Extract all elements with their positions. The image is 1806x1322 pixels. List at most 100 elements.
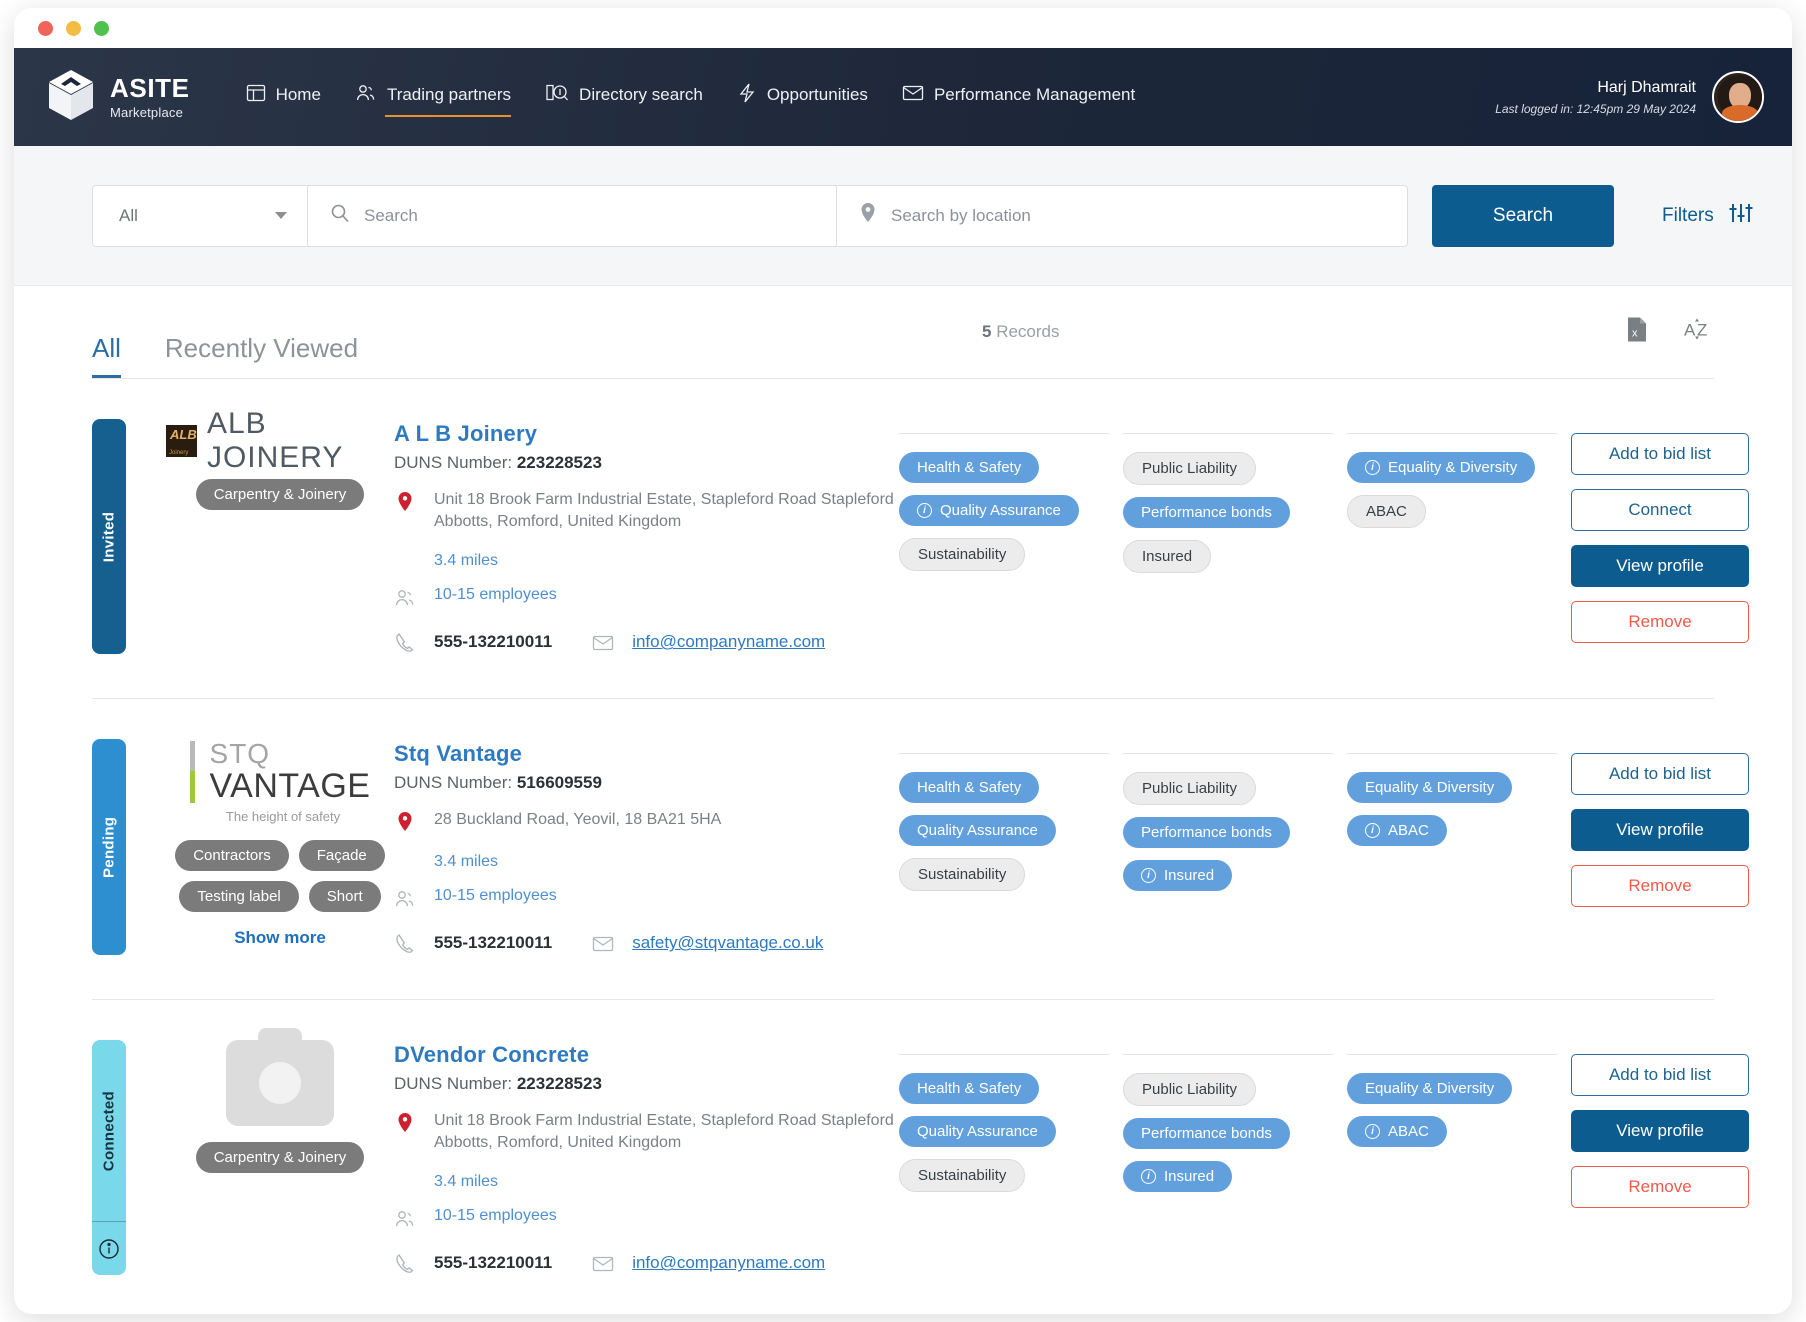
company-logo: ALB Joinery ALB JOINERY	[166, 407, 394, 474]
tab-all[interactable]: All	[92, 333, 121, 378]
email-link[interactable]: info@companyname.com	[632, 632, 825, 652]
accreditation-pill-2[interactable]: Quality Assurance	[899, 815, 1056, 847]
accreditation-pill-1[interactable]: Health & Safety	[899, 772, 1040, 804]
avatar[interactable]	[1712, 71, 1764, 123]
category-tag-1[interactable]: Carpentry & Joinery	[195, 1142, 365, 1174]
accreditation-pill-1[interactable]: Health & Safety	[899, 452, 1040, 483]
insurance-pill-2[interactable]: Performance bonds	[1123, 1118, 1290, 1150]
camera-placeholder-icon	[226, 1028, 334, 1127]
user-menu[interactable]: Harj Dhamrait Last logged in: 12:45pm 29…	[1495, 71, 1764, 123]
phone-number: 555-132210011	[434, 632, 553, 652]
insurance-pill-3-label: Insured	[1164, 867, 1215, 885]
search-input-group: All Search Search by location	[92, 184, 1408, 247]
filters-button[interactable]: Filters	[1662, 201, 1754, 231]
remove-button[interactable]: Remove	[1571, 865, 1749, 908]
close-window-button[interactable]	[38, 20, 53, 36]
category-tag-1[interactable]: Carpentry & Joinery	[195, 479, 365, 510]
accreditation-pill-1[interactable]: Health & Safety	[899, 1073, 1040, 1105]
insurance-pill-2[interactable]: Performance bonds	[1123, 817, 1290, 849]
category-select[interactable]: All	[93, 185, 308, 246]
category-tags: Carpentry & Joinery	[195, 479, 365, 510]
insurance-pill-3[interactable]: Insured	[1123, 540, 1212, 573]
search-input[interactable]: Search	[364, 206, 418, 226]
phone-icon	[394, 931, 416, 955]
nav-item-home[interactable]: Home	[246, 83, 321, 112]
nav-item-performance-management[interactable]: Performance Management	[902, 84, 1135, 111]
contact-row: 555-132210011 info@companyname.com	[394, 1251, 899, 1275]
remove-button[interactable]: Remove	[1571, 601, 1749, 643]
compliance-pill-1[interactable]: Equality & Diversity	[1347, 1073, 1513, 1105]
employees-line: 10-15 employees	[394, 1207, 899, 1229]
email-link[interactable]: info@companyname.com	[632, 1253, 825, 1273]
duns-number: DUNS Number: 516609559	[394, 773, 899, 793]
add-to-bid-list-button[interactable]: Add to bid list	[1571, 433, 1749, 475]
minimize-window-button[interactable]	[66, 20, 81, 36]
status-info-icon[interactable]	[92, 1221, 126, 1275]
connect-button[interactable]: Connect	[1571, 489, 1749, 531]
compliance-pill-1[interactable]: i Equality & Diversity	[1347, 452, 1536, 483]
compliance-pill-2[interactable]: i ABAC	[1347, 815, 1447, 847]
nav-label-trading-partners: Trading partners	[386, 85, 512, 104]
add-to-bid-list-button[interactable]: Add to bid list	[1571, 1054, 1749, 1097]
company-name[interactable]: Stq Vantage	[394, 741, 899, 767]
accreditation-pill-3[interactable]: Sustainability	[899, 538, 1026, 571]
location-field-wrapper[interactable]: Search by location	[837, 186, 1407, 246]
insurance-pill-1[interactable]: Public Liability	[1123, 1073, 1257, 1107]
book-search-icon	[545, 83, 569, 108]
view-profile-button[interactable]: View profile	[1571, 809, 1749, 852]
info-icon: i	[1141, 868, 1156, 884]
app-window: ASITE Marketplace Home Trading partners …	[14, 8, 1792, 1314]
accreditation-pill-3[interactable]: Sustainability	[899, 1159, 1026, 1193]
view-profile-button[interactable]: View profile	[1571, 1110, 1749, 1153]
remove-button[interactable]: Remove	[1571, 1166, 1749, 1209]
search-button[interactable]: Search	[1432, 184, 1614, 247]
company-name[interactable]: A L B Joinery	[394, 421, 899, 447]
nav-item-trading-partners[interactable]: Trading partners	[355, 83, 512, 117]
insurance-pill-3[interactable]: i Insured	[1123, 1161, 1233, 1193]
company-name[interactable]: DVendor Concrete	[394, 1042, 899, 1068]
insurance-pill-1-label: Public Liability	[1142, 460, 1238, 477]
add-to-bid-list-button[interactable]: Add to bid list	[1571, 753, 1749, 796]
brand-logo[interactable]: ASITE Marketplace	[48, 69, 190, 126]
insurance-pill-1[interactable]: Public Liability	[1123, 452, 1257, 485]
search-field-wrapper[interactable]: Search	[308, 185, 837, 246]
view-profile-button[interactable]: View profile	[1571, 545, 1749, 587]
location-pin-icon	[394, 1110, 416, 1134]
location-pin-icon	[859, 202, 877, 229]
insurance-pill-1-label: Public Liability	[1142, 1081, 1238, 1099]
logo-column: Carpentry & Joinery	[166, 1028, 394, 1275]
sort-alpha-icon[interactable]: A Z	[1684, 317, 1714, 348]
insurance-pill-2[interactable]: Performance bonds	[1123, 497, 1290, 528]
address-line: 28 Buckland Road, Yeovil, 18 BA21 5HA	[394, 809, 899, 833]
results-tools: x A Z	[1626, 317, 1714, 348]
category-tag-3[interactable]: Testing label	[179, 881, 299, 913]
duns-number: DUNS Number: 223228523	[394, 1074, 899, 1094]
insurance-pill-1[interactable]: Public Liability	[1123, 772, 1257, 806]
compliance-list: Equality & Diversity i ABAC	[1347, 1073, 1571, 1148]
nav-item-opportunities[interactable]: Opportunities	[737, 82, 868, 113]
accreditations-heading	[899, 741, 1123, 753]
email-icon	[592, 632, 614, 652]
excel-export-icon[interactable]: x	[1626, 317, 1648, 348]
category-tag-2[interactable]: Façade	[298, 840, 385, 872]
tab-recently-viewed[interactable]: Recently Viewed	[165, 333, 358, 378]
maximize-window-button[interactable]	[94, 20, 109, 36]
category-tag-4[interactable]: Short	[308, 881, 381, 913]
info-icon: i	[1365, 1124, 1380, 1140]
insurance-pill-3[interactable]: i Insured	[1123, 860, 1233, 892]
record-card-3: Connected Carpentry & Joinery DVendor Co…	[92, 1000, 1749, 1314]
nav-item-directory-search[interactable]: Directory search	[545, 83, 703, 112]
insurance-pill-2-label: Performance bonds	[1141, 1125, 1272, 1143]
records-list: Invited ALB Joinery ALB JOINERY Carpentry …	[92, 379, 1749, 1314]
category-tag-1[interactable]: Contractors	[175, 840, 289, 872]
location-input[interactable]: Search by location	[891, 206, 1031, 226]
compliance-pill-1[interactable]: Equality & Diversity	[1347, 772, 1513, 804]
compliance-pill-2[interactable]: i ABAC	[1347, 1116, 1447, 1148]
accreditation-pill-3[interactable]: Sustainability	[899, 858, 1026, 892]
address-text: Unit 18 Brook Farm Industrial Estate, St…	[434, 491, 894, 530]
accreditation-pill-2[interactable]: i Quality Assurance	[899, 495, 1079, 526]
accreditation-pill-2[interactable]: Quality Assurance	[899, 1116, 1056, 1148]
compliance-pill-2[interactable]: ABAC	[1347, 495, 1426, 528]
show-more-link[interactable]: Show more	[234, 928, 326, 948]
email-link[interactable]: safety@stqvantage.co.uk	[632, 933, 823, 953]
